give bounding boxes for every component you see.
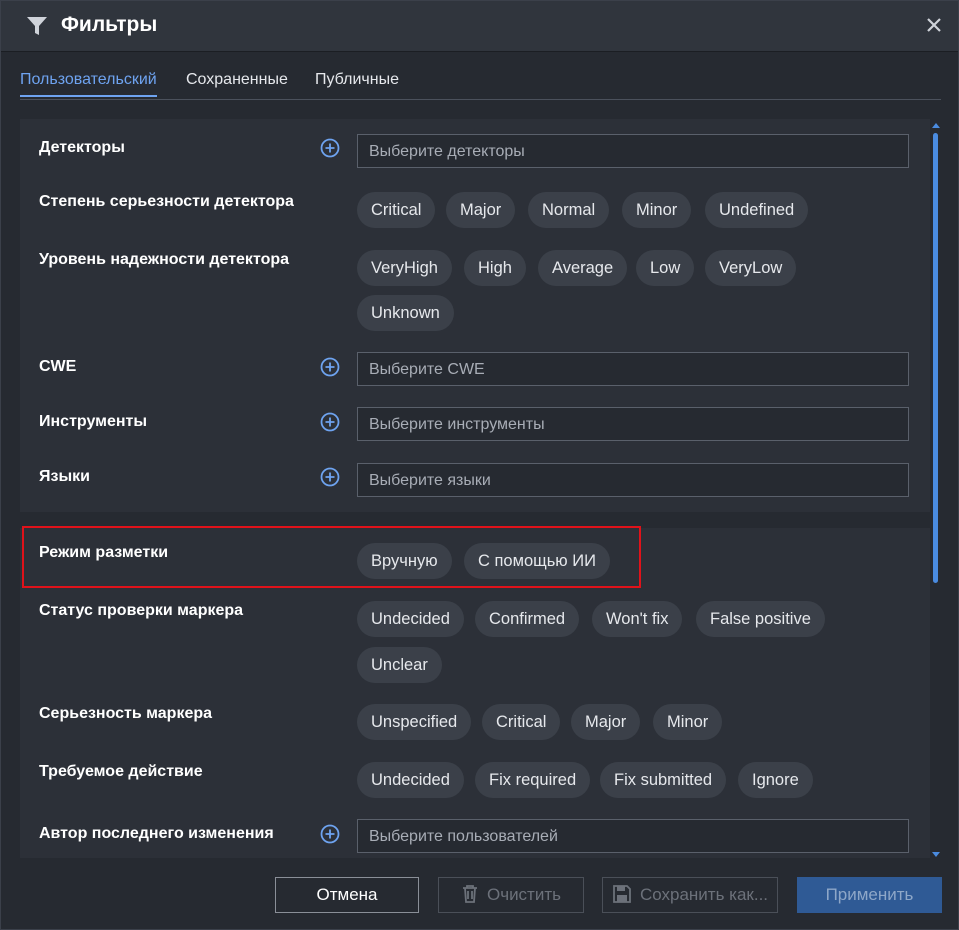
filters-panel: Детекторы Выберите детекторы Степень сер… xyxy=(20,119,930,858)
add-language-icon[interactable] xyxy=(320,467,340,487)
tab-custom[interactable]: Пользовательский xyxy=(20,71,157,97)
chip-reliability-veryhigh[interactable]: VeryHigh xyxy=(357,250,452,286)
cwe-label: CWE xyxy=(39,358,77,375)
markup-mode-highlight xyxy=(22,526,641,588)
detector-filters-section: Детекторы Выберите детекторы Степень сер… xyxy=(20,119,930,512)
required-action-label: Требуемое действие xyxy=(39,763,203,780)
detectors-input[interactable]: Выберите детекторы xyxy=(357,134,909,168)
severity-label: Степень серьезности детектора xyxy=(39,193,294,210)
add-detector-icon[interactable] xyxy=(320,138,340,158)
apply-button[interactable]: Применить xyxy=(797,877,942,913)
save-as-button[interactable]: Сохранить как... xyxy=(602,877,778,913)
marker-status-label: Статус проверки маркера xyxy=(39,602,244,619)
chip-marker-critical[interactable]: Critical xyxy=(482,704,561,740)
chip-reliability-average[interactable]: Average xyxy=(538,250,628,286)
chip-reliability-high[interactable]: High xyxy=(464,250,526,286)
chip-reliability-low[interactable]: Low xyxy=(636,250,695,286)
filters-dialog: Фильтры Пользовательский Сохраненные Пуб… xyxy=(0,0,959,930)
scroll-up-arrow-icon[interactable] xyxy=(932,123,940,128)
chip-status-wontfix[interactable]: Won't fix xyxy=(592,601,683,637)
tab-saved[interactable]: Сохраненные xyxy=(186,71,288,95)
last-author-label: Автор последнего изменения xyxy=(39,825,274,842)
chip-action-fix-required[interactable]: Fix required xyxy=(475,762,591,798)
dialog-titlebar: Фильтры xyxy=(1,1,958,52)
chip-status-unclear[interactable]: Unclear xyxy=(357,647,442,683)
cancel-button[interactable]: Отмена xyxy=(275,877,419,913)
chip-reliability-unknown[interactable]: Unknown xyxy=(357,295,454,331)
chip-reliability-verylow[interactable]: VeryLow xyxy=(705,250,797,286)
add-tool-icon[interactable] xyxy=(320,412,340,432)
add-user-icon[interactable] xyxy=(320,824,340,844)
cwe-input[interactable]: Выберите CWE xyxy=(357,352,909,386)
chip-status-false-positive[interactable]: False positive xyxy=(696,601,825,637)
languages-label: Языки xyxy=(39,468,90,485)
chip-marker-major[interactable]: Major xyxy=(571,704,641,740)
chip-action-undecided[interactable]: Undecided xyxy=(357,762,464,798)
close-icon[interactable] xyxy=(924,15,944,35)
filter-tabs: Пользовательский Сохраненные Публичные xyxy=(20,61,941,100)
languages-input[interactable]: Выберите языки xyxy=(357,463,909,497)
tools-input[interactable]: Выберите инструменты xyxy=(357,407,909,441)
chip-severity-normal[interactable]: Normal xyxy=(528,192,610,228)
tools-label: Инструменты xyxy=(39,413,148,430)
scrollbar-thumb[interactable] xyxy=(933,133,938,583)
clear-button[interactable]: Очистить xyxy=(438,877,584,913)
chip-status-confirmed[interactable]: Confirmed xyxy=(475,601,580,637)
last-author-input[interactable]: Выберите пользователей xyxy=(357,819,909,853)
add-cwe-icon[interactable] xyxy=(320,357,340,377)
chip-marker-minor[interactable]: Minor xyxy=(653,704,723,740)
panel-scrollbar[interactable] xyxy=(931,123,940,857)
marker-severity-label: Серьезность маркера xyxy=(39,705,213,722)
reliability-label: Уровень надежности детектора xyxy=(39,251,290,268)
chip-severity-minor[interactable]: Minor xyxy=(622,192,692,228)
chip-action-ignore[interactable]: Ignore xyxy=(738,762,813,798)
chip-severity-undefined[interactable]: Undefined xyxy=(705,192,809,228)
save-as-button-label: Сохранить как... xyxy=(639,885,769,904)
chip-severity-critical[interactable]: Critical xyxy=(357,192,436,228)
chip-marker-unspecified[interactable]: Unspecified xyxy=(357,704,472,740)
clear-button-label: Очистить xyxy=(486,885,561,904)
chip-action-fix-submitted[interactable]: Fix submitted xyxy=(600,762,727,798)
chip-status-undecided[interactable]: Undecided xyxy=(357,601,464,637)
save-icon xyxy=(613,885,631,903)
trash-icon xyxy=(462,885,477,903)
tab-public[interactable]: Публичные xyxy=(315,71,399,95)
chip-severity-major[interactable]: Major xyxy=(446,192,516,228)
dialog-title: Фильтры xyxy=(61,13,158,36)
detectors-label: Детекторы xyxy=(39,139,125,156)
filter-icon xyxy=(27,17,47,35)
scroll-down-arrow-icon[interactable] xyxy=(932,852,940,857)
